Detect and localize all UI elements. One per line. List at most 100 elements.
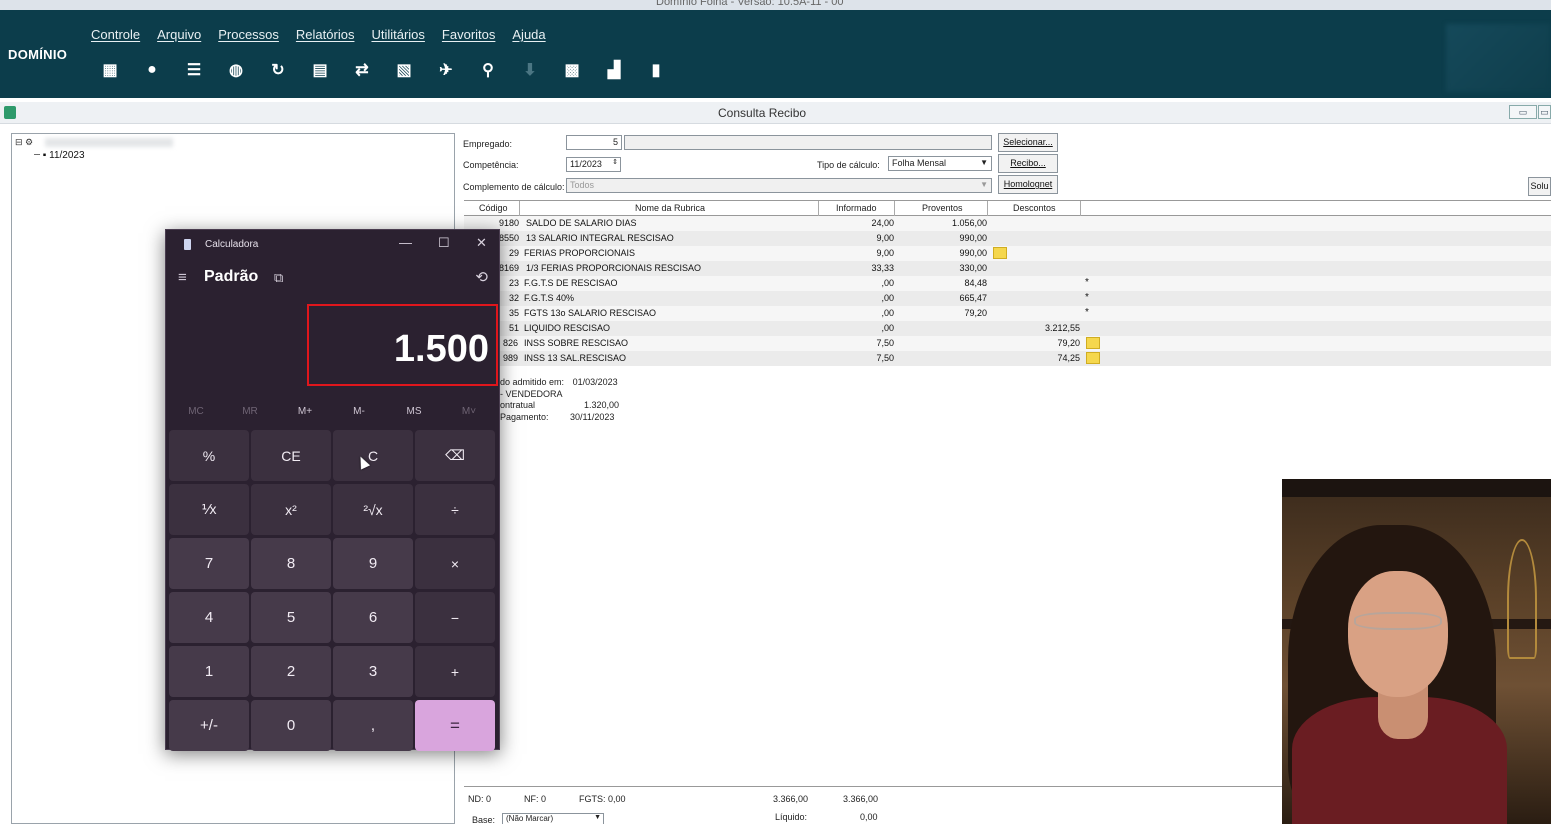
table-row[interactable]: 23 F.G.T.S DE RESCISAO ,00 84,48 * — [464, 276, 1551, 291]
menu-favoritos[interactable]: Favoritos — [442, 27, 495, 42]
key-7-button[interactable]: 7 — [169, 538, 249, 589]
calculator-icon[interactable]: ▩ — [554, 54, 590, 86]
menu-arquivo[interactable]: Arquivo — [157, 27, 201, 42]
admitido-label: do admitido em: — [500, 377, 565, 387]
contratual-value: 1.320,00 — [584, 400, 620, 410]
history-icon[interactable]: ⟲ — [475, 268, 488, 286]
restore-button[interactable]: ▭ — [1538, 105, 1551, 119]
selecionar-button[interactable]: Selecionar... — [998, 133, 1058, 152]
key-minus-button[interactable]: − — [415, 592, 495, 643]
table-row[interactable]: 826 INSS SOBRE RESCISAO 7,50 79,20 — [464, 336, 1551, 351]
menu-utilitarios[interactable]: Utilitários — [371, 27, 424, 42]
refresh-icon[interactable]: ↻ — [260, 54, 296, 86]
m-plus-button[interactable]: M+ — [278, 406, 332, 417]
base-select[interactable]: (Não Marcar) ▼ — [502, 813, 604, 824]
key-percent-button[interactable]: % — [169, 430, 249, 481]
menu-ajuda[interactable]: Ajuda — [512, 27, 545, 42]
list-icon[interactable]: ☰ — [176, 54, 212, 86]
table-row[interactable]: 29 FERIAS PROPORCIONAIS 9,00 990,00 — [464, 246, 1551, 261]
user-search-icon[interactable]: ◍ — [218, 54, 254, 86]
table-row[interactable]: 35 FGTS 13o SALARIO RESCISAO ,00 79,20 * — [464, 306, 1551, 321]
mr-button[interactable]: MR — [223, 406, 277, 417]
key-1-button[interactable]: 1 — [169, 646, 249, 697]
calc-minimize-icon[interactable]: — — [399, 235, 412, 250]
menu-controle[interactable]: Controle — [91, 27, 140, 42]
key-multiply-button[interactable]: × — [415, 538, 495, 589]
table-row[interactable]: 32 F.G.T.S 40% ,00 665,47 * — [464, 291, 1551, 306]
transfer-icon[interactable]: ⇄ — [344, 54, 380, 86]
footer-divider — [464, 786, 1282, 787]
table-row[interactable]: 8550 13 SALARIO INTEGRAL RESCISAO 9,00 990,… — [464, 231, 1551, 246]
minimize-button[interactable]: ▭ — [1509, 105, 1537, 119]
key-plus-button[interactable]: + — [415, 646, 495, 697]
key-backspace-button[interactable]: ⌫ — [415, 430, 495, 481]
ms-button[interactable]: MS — [387, 406, 441, 417]
key-4-button[interactable]: 4 — [169, 592, 249, 643]
key-decimal-button[interactable]: , — [333, 700, 413, 751]
webcam-person-glasses — [1354, 612, 1442, 630]
keep-on-top-icon[interactable]: ⧉ — [274, 270, 283, 286]
menu-relatorios[interactable]: Relatórios — [296, 27, 355, 42]
pagamento-value: 30/11/2023 — [570, 412, 615, 422]
recibo-button[interactable]: Recibo... — [998, 154, 1058, 173]
key-0-button[interactable]: 0 — [251, 700, 331, 751]
key-2-button[interactable]: 2 — [251, 646, 331, 697]
menu-processos[interactable]: Processos — [218, 27, 279, 42]
cell-name: LIQUIDO RESCISAO — [524, 323, 611, 333]
key-divide-button[interactable]: ÷ — [415, 484, 495, 535]
tipo-calculo-select[interactable]: Folha Mensal ▼ — [888, 156, 992, 171]
calc-maximize-icon[interactable]: ☐ — [438, 235, 450, 251]
cell-informado: ,00 — [881, 278, 894, 288]
calc-close-icon[interactable]: ✕ — [476, 235, 487, 251]
note-icon[interactable] — [1086, 352, 1100, 364]
tree-node[interactable]: ┄ ▪ 11/2023 — [34, 150, 85, 161]
key-6-button[interactable]: 6 — [333, 592, 413, 643]
plane-icon[interactable]: ✈ — [428, 54, 464, 86]
key-8-button[interactable]: 8 — [251, 538, 331, 589]
key-5-button[interactable]: 5 — [251, 592, 331, 643]
homolognet-button[interactable]: Homolognet — [998, 175, 1058, 194]
key-3-button[interactable]: 3 — [333, 646, 413, 697]
tree-root-expander[interactable]: ⊟ ⚙ — [15, 137, 33, 148]
search-icon[interactable]: ⚲ — [470, 54, 506, 86]
table-row[interactable]: 989 INSS 13 SAL.RESCISAO 7,50 74,25 — [464, 351, 1551, 366]
key-square-root-button[interactable]: ²√x — [333, 484, 413, 535]
header-codigo[interactable]: Código — [479, 203, 508, 213]
table-row[interactable]: 9180 SALDO DE SALARIO DIAS 24,00 1.056,00 — [464, 216, 1551, 231]
m-minus-button[interactable]: M- — [332, 406, 386, 417]
header-proventos[interactable]: Proventos — [922, 203, 963, 213]
cell-name: 13 SALARIO INTEGRAL RESCISAO — [526, 233, 674, 243]
key-ce-button[interactable]: CE — [251, 430, 331, 481]
cell-informado: 33,33 — [871, 263, 894, 273]
solu-button[interactable]: Solu — [1528, 177, 1551, 196]
document-icon[interactable]: ▧ — [386, 54, 422, 86]
chart-icon[interactable]: ▟ — [596, 54, 632, 86]
complemento-label: Complemento de cálculo: — [463, 182, 565, 192]
header-descontos[interactable]: Descontos — [1013, 203, 1056, 213]
table-icon[interactable]: ▤ — [302, 54, 338, 86]
spinner-icon[interactable]: ⇕ — [612, 158, 618, 166]
book-icon[interactable]: ▮ — [638, 54, 674, 86]
memory-list-button[interactable]: M˅ — [442, 406, 496, 417]
header-informado[interactable]: Informado — [836, 203, 877, 213]
key-reciprocal-button[interactable]: ⅟x — [169, 484, 249, 535]
competencia-field[interactable]: 11/2023 ⇕ — [566, 157, 621, 172]
table-row[interactable]: 51 LIQUIDO RESCISAO ,00 3.212,55 — [464, 321, 1551, 336]
key-negate-button[interactable]: +/- — [169, 700, 249, 751]
key-9-button[interactable]: 9 — [333, 538, 413, 589]
hamburger-menu-icon[interactable]: ≡ — [178, 269, 187, 286]
empregado-field[interactable]: 5 — [566, 135, 622, 150]
user-icon[interactable]: ● — [134, 54, 170, 86]
building-icon[interactable]: ▦ — [92, 54, 128, 86]
cell-code: 8169 — [499, 263, 520, 273]
mc-button[interactable]: MC — [169, 406, 223, 417]
complemento-select[interactable]: Todos ▼ — [566, 178, 992, 193]
download-icon[interactable]: ⬇ — [512, 54, 548, 86]
note-icon[interactable] — [1086, 337, 1100, 349]
key-c-button[interactable]: C — [333, 430, 413, 481]
key-square-button[interactable]: x² — [251, 484, 331, 535]
header-nome[interactable]: Nome da Rubrica — [635, 203, 705, 213]
note-icon[interactable] — [993, 247, 1007, 259]
key-equals-button[interactable]: = — [415, 700, 495, 751]
table-row[interactable]: 8169 1/3 FERIAS PROPORCIONAIS RESCISAO 33,… — [464, 261, 1551, 276]
